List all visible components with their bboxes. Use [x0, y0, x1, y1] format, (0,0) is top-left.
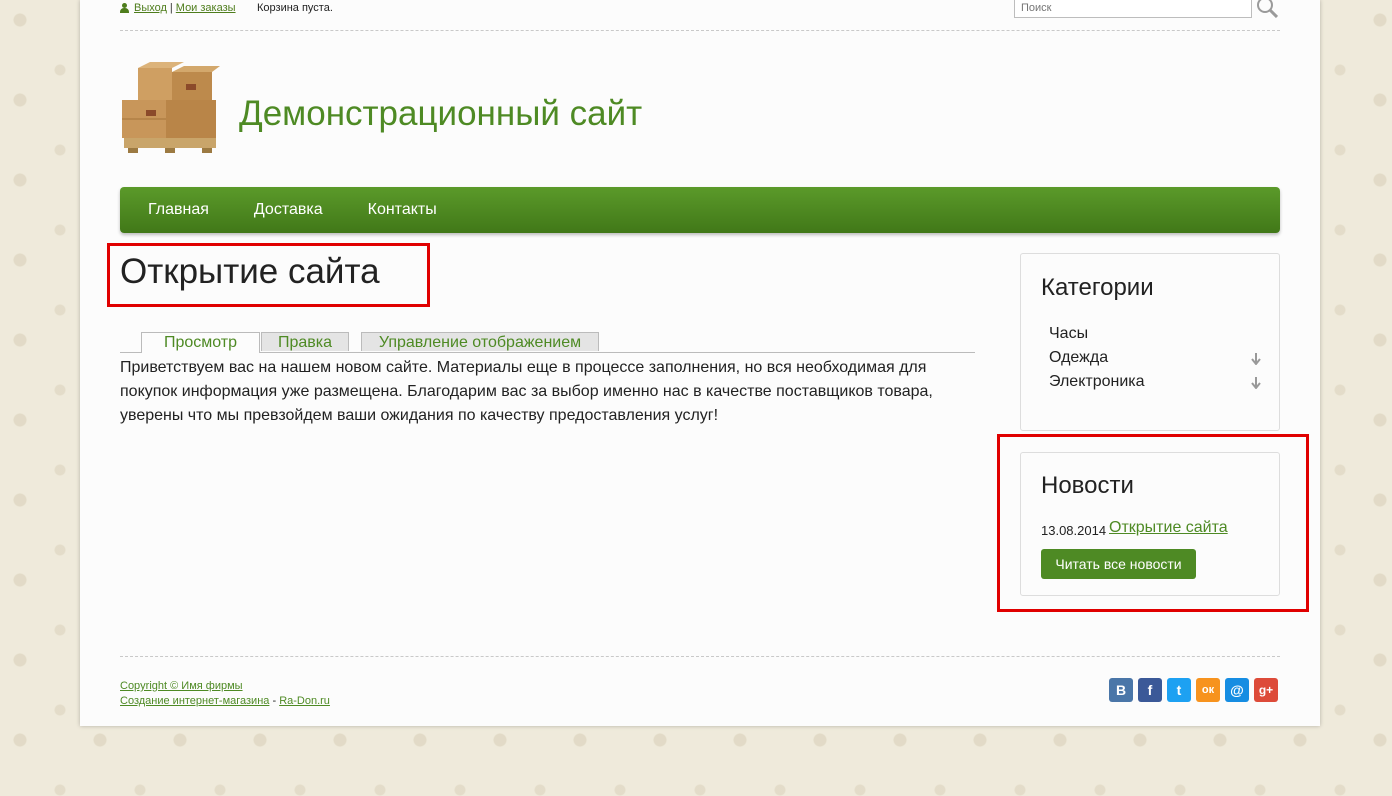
category-label: Электроника [1049, 373, 1145, 390]
category-item-clothing[interactable]: Одежда [1049, 349, 1261, 367]
category-item-electronics[interactable]: Электроника [1049, 373, 1261, 391]
footer-dash: - [269, 695, 280, 707]
article-body: Приветствуем вас на нашем новом сайте. М… [120, 359, 933, 424]
created-by-link[interactable]: Создание интернет-магазина [120, 695, 269, 707]
tab-view[interactable]: Просмотр [141, 332, 260, 353]
nav-item-contacts[interactable]: Контакты [368, 201, 437, 219]
highlight-box-title [107, 243, 430, 307]
category-label: Часы [1049, 325, 1089, 342]
categories-title: Категории [1041, 274, 1154, 301]
social-buttons: В f t ок @ g+ [1109, 678, 1278, 702]
radon-link[interactable]: Ra-Don.ru [279, 695, 330, 707]
highlight-box-news [997, 434, 1309, 612]
user-links: Выход | Мои заказы [120, 2, 236, 14]
vk-icon[interactable]: В [1109, 678, 1133, 702]
site-title[interactable]: Демонстрационный сайт [239, 94, 642, 134]
cart-status: Корзина пуста. [257, 2, 333, 14]
categories-panel: Категории Часы Одежда Электроника [1020, 253, 1280, 431]
user-icon [120, 3, 129, 13]
footer-links: Copyright © Имя фирмы Создание интернет-… [120, 679, 330, 709]
content-tabs: Просмотр Правка Управление отображением [120, 331, 975, 353]
tab-edit[interactable]: Правка [261, 332, 349, 351]
search-input[interactable] [1014, 0, 1252, 18]
search-icon[interactable] [1256, 0, 1278, 18]
footer: Copyright © Имя фирмы Создание интернет-… [120, 656, 1280, 717]
category-label: Одежда [1049, 349, 1109, 366]
nav-item-home[interactable]: Главная [148, 201, 209, 219]
mailru-icon[interactable]: @ [1225, 678, 1249, 702]
page-container: Выход | Мои заказы Корзина пуста. Демонс… [80, 0, 1320, 726]
logo-boxes-icon[interactable] [120, 62, 220, 154]
tab-display-settings[interactable]: Управление отображением [361, 332, 599, 351]
top-bar: Выход | Мои заказы Корзина пуста. [120, 0, 1280, 31]
my-orders-link[interactable]: Мои заказы [176, 2, 236, 14]
main-navigation: Главная Доставка Контакты [120, 187, 1280, 233]
nav-item-delivery[interactable]: Доставка [254, 201, 323, 219]
arrow-down-icon[interactable] [1251, 377, 1261, 389]
facebook-icon[interactable]: f [1138, 678, 1162, 702]
twitter-icon[interactable]: t [1167, 678, 1191, 702]
googleplus-icon[interactable]: g+ [1254, 678, 1278, 702]
arrow-down-icon[interactable] [1251, 353, 1261, 365]
odnoklassniki-icon[interactable]: ок [1196, 678, 1220, 702]
copyright-link[interactable]: Copyright © Имя фирмы [120, 680, 243, 692]
logout-link[interactable]: Выход [134, 2, 167, 14]
link-separator: | [169, 2, 173, 14]
category-item-watches[interactable]: Часы [1049, 325, 1261, 343]
